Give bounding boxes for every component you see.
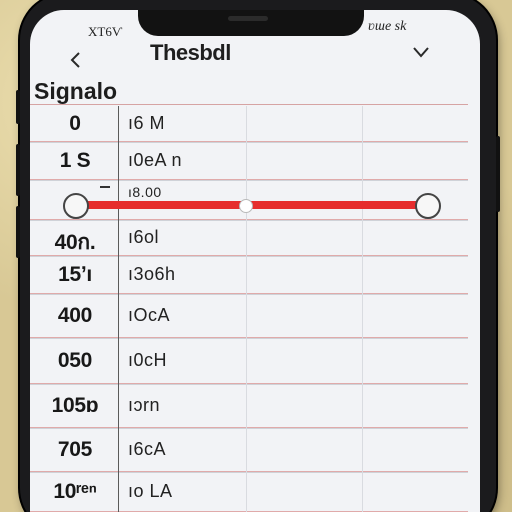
phone-side-button [496,136,500,212]
phone-notch [138,10,364,36]
row-value: 1 S [59,149,91,172]
row-value: 705 [57,438,93,461]
row-label: ıOcA [128,305,171,325]
table-row[interactable]: 105ɒ ıɔrn [30,384,468,429]
section-title: Signalo [34,78,118,104]
column-divider-faint [362,106,363,512]
row-label: ı6 M [128,113,166,133]
row-marker [100,186,110,188]
row-value: 105ɒ [51,394,99,417]
range-slider-track[interactable] [76,201,431,209]
table-row[interactable]: 0 ı6 M [30,106,468,143]
page-title: Thesbdl [150,40,231,65]
row-label: ı0cH [128,350,168,370]
phone-side-button [16,144,20,196]
row-label: ı6ol [128,227,160,247]
row-label: ı3o6h [128,264,176,284]
range-slider-handle-left[interactable] [63,193,89,219]
phone-side-button [16,90,20,124]
table-row[interactable]: 40ก. ı6ol [30,220,468,257]
row-value: 40ก. [54,231,96,254]
column-divider-faint [246,106,247,512]
row-value: 10ʳᵉⁿ [53,480,97,503]
row-label: ı0eA n [128,150,183,170]
table-row[interactable]: 050 ı0cH [30,338,468,385]
row-value: 400 [57,304,93,327]
row-value: 15ʼı [58,263,92,286]
table-row[interactable]: 705 ı6cA [30,428,468,473]
table-row[interactable]: 10ʳᵉⁿ ıo LA [30,472,468,512]
row-label: ıɔrn [128,395,161,415]
row-value: 0 [69,112,81,135]
table-row[interactable]: 15ʼı ı3o6h [30,256,468,295]
phone-side-button [16,206,20,258]
row-label: ı6cA [128,439,167,459]
earpiece-speaker [228,16,268,21]
column-divider [118,106,119,512]
navigation-bar [52,36,442,70]
status-indicators: ʋɯe sk [368,19,407,34]
range-slider-handle-right[interactable] [415,193,441,219]
table-row[interactable]: 400 ıOcA [30,294,468,339]
row-value: 050 [57,349,93,372]
table-row[interactable]: 1 S ı0eA n [30,142,468,181]
chevron-down-icon[interactable] [412,44,430,60]
row-label: ı8.00 [128,184,162,200]
chevron-left-icon[interactable] [66,50,86,70]
range-slider-midpoint[interactable] [239,199,253,213]
row-label: ıo LA [128,481,173,501]
